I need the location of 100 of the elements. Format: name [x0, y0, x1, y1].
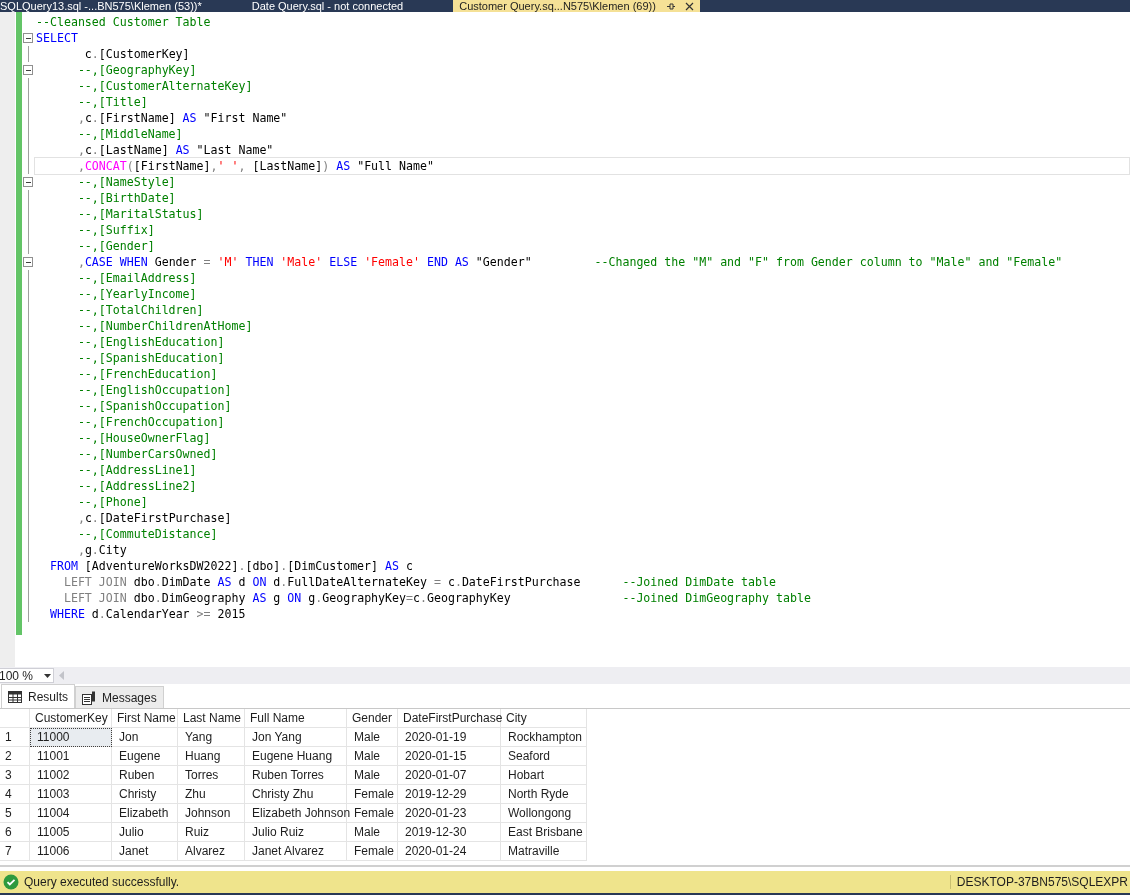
row-number: 2 — [0, 747, 30, 766]
server-name: DESKTOP-37BN575\SQLEXPR — [949, 875, 1130, 889]
table-cell: Hobart — [501, 766, 587, 785]
code-line: c.[CustomerKey] — [83, 46, 191, 63]
collapse-icon[interactable] — [23, 257, 33, 267]
code-line: --,[HouseOwnerFlag] — [76, 430, 212, 447]
row-number: 7 — [0, 842, 30, 861]
table-cell: Female — [347, 842, 398, 861]
table-cell: Janet — [112, 842, 178, 861]
table-cell: 2019-12-29 — [398, 785, 501, 804]
results-tab[interactable]: Messages — [75, 686, 164, 708]
table-cell: Christy Zhu — [245, 785, 347, 804]
code-line: FROM [AdventureWorksDW2022].[dbo].[DimCustomer] AS c — [48, 558, 414, 575]
table-cell: Matraville — [501, 842, 587, 861]
document-tab[interactable]: SQLQuery13.sql -...BN575\Klemen (53))* — [0, 0, 212, 12]
code-line: --,[FrenchEducation] — [76, 366, 219, 383]
pin-icon[interactable] — [665, 1, 675, 11]
table-cell: Ruben Torres — [245, 766, 347, 785]
code-line: ,c.[DateFirstPurchase] — [76, 510, 233, 527]
code-line: --,[EnglishEducation] — [76, 334, 226, 351]
table-cell: North Ryde — [501, 785, 587, 804]
code-line: ,g.City — [76, 542, 128, 559]
table-cell: 2020-01-19 — [398, 728, 501, 747]
caret-icon[interactable] — [44, 673, 51, 678]
column-header[interactable]: Last Name — [178, 709, 245, 728]
code-line: SELECT — [35, 30, 79, 47]
grid-corner — [0, 709, 30, 728]
code-line: WHERE d.CalendarYear >= 2015 — [48, 606, 247, 623]
close-icon[interactable] — [684, 1, 694, 11]
status-message: Query executed successfully. — [24, 875, 181, 889]
table-cell: 2020-01-23 — [398, 804, 501, 823]
code-line: --,[Gender] — [76, 238, 156, 255]
code-line: --,[CustomerAlternateKey] — [76, 78, 254, 95]
table-cell: 2020-01-15 — [398, 747, 501, 766]
table-cell: 11004 — [30, 804, 112, 823]
code-line: --,[MaritalStatus] — [76, 206, 205, 223]
table-cell: Ruiz — [178, 823, 245, 842]
column-header[interactable]: Gender — [347, 709, 398, 728]
table-cell: Julio Ruiz — [245, 823, 347, 842]
code-line: ,c.[FirstName] AS "First Name" — [76, 110, 289, 127]
table-cell: Jon — [112, 728, 178, 747]
table-cell: 2020-01-07 — [398, 766, 501, 785]
table-cell: Seaford — [501, 747, 587, 766]
code-line: --,[Title] — [76, 94, 149, 111]
table-cell: Torres — [178, 766, 245, 785]
row-number: 4 — [0, 785, 30, 804]
table-cell: 11005 — [30, 823, 112, 842]
results-tab[interactable]: Results — [1, 684, 75, 708]
table-cell: Female — [347, 785, 398, 804]
column-header[interactable]: City — [501, 709, 587, 728]
code-line: --,[FrenchOccupation] — [76, 414, 226, 431]
table-cell: Eugene — [112, 747, 178, 766]
code-line: --,[SpanishOccupation] — [76, 398, 233, 415]
table-cell: 11006 — [30, 842, 112, 861]
table-cell: Male — [347, 766, 398, 785]
table-cell: Alvarez — [178, 842, 245, 861]
document-icon — [82, 690, 96, 705]
table-cell: Ruben — [112, 766, 178, 785]
table-cell: Johnson — [178, 804, 245, 823]
table-cell: Yang — [178, 728, 245, 747]
document-tab[interactable]: Date Query.sql - not connected — [251, 0, 414, 12]
table-cell: Huang — [178, 747, 245, 766]
zoom-dropdown[interactable]: 100 % — [0, 668, 54, 683]
document-tab[interactable]: Customer Query.sq...N575\Klemen (69)) — [453, 0, 700, 12]
code-line: --,[AddressLine1] — [76, 462, 198, 479]
code-line: --,[GeographyKey] — [76, 62, 198, 79]
collapse-icon[interactable] — [23, 33, 33, 43]
row-number: 6 — [0, 823, 30, 842]
code-line: --,[MiddleName] — [76, 126, 184, 143]
table-cell: 11002 — [30, 766, 112, 785]
table-cell: Janet Alvarez — [245, 842, 347, 861]
table-cell: Eugene Huang — [245, 747, 347, 766]
code-line: --Cleansed Customer Table — [35, 14, 212, 31]
grid-icon — [8, 690, 22, 703]
column-header[interactable]: Full Name — [245, 709, 347, 728]
table-cell: Jon Yang — [245, 728, 347, 747]
code-line: --,[EnglishOccupation] — [76, 382, 233, 399]
table-cell: 11001 — [30, 747, 112, 766]
code-line: LEFT JOIN dbo.DimGeography AS g ON g.GeographyKey=c.GeographyKey --Joined DimGeography table — [62, 590, 812, 607]
table-cell: Wollongong — [501, 804, 587, 823]
code-line: --,[SpanishEducation] — [76, 350, 226, 367]
code-line: --,[NumberChildrenAtHome] — [76, 318, 254, 335]
code-line: LEFT JOIN dbo.DimDate AS d ON d.FullDateAlternateKey = c.DateFirstPurchase --Joined DimDate table — [62, 574, 777, 591]
collapse-icon[interactable] — [23, 65, 33, 75]
code-line: --,[NumberCarsOwned] — [76, 446, 219, 463]
table-cell: Male — [347, 728, 398, 747]
table-cell: 2020-01-24 — [398, 842, 501, 861]
table-cell: Christy — [112, 785, 178, 804]
table-cell: Male — [347, 823, 398, 842]
column-header[interactable]: First Name — [112, 709, 178, 728]
table-cell: 11003 — [30, 785, 112, 804]
code-line: --,[CommuteDistance] — [76, 526, 219, 543]
table-cell: Rockhampton — [501, 728, 587, 747]
table-cell: Male — [347, 747, 398, 766]
code-line: --,[AddressLine2] — [76, 478, 198, 495]
code-line: ,c.[LastName] AS "Last Name" — [76, 142, 275, 159]
code-line: ,CASE WHEN Gender = 'M' THEN 'Male' ELSE 'Female' END AS "Gender" --Changed the "M" and "F" from Gender column to "Male" and "Female" — [76, 254, 1064, 271]
row-number: 5 — [0, 804, 30, 823]
collapse-icon[interactable] — [23, 177, 33, 187]
column-header[interactable]: DateFirstPurchase — [398, 709, 501, 728]
